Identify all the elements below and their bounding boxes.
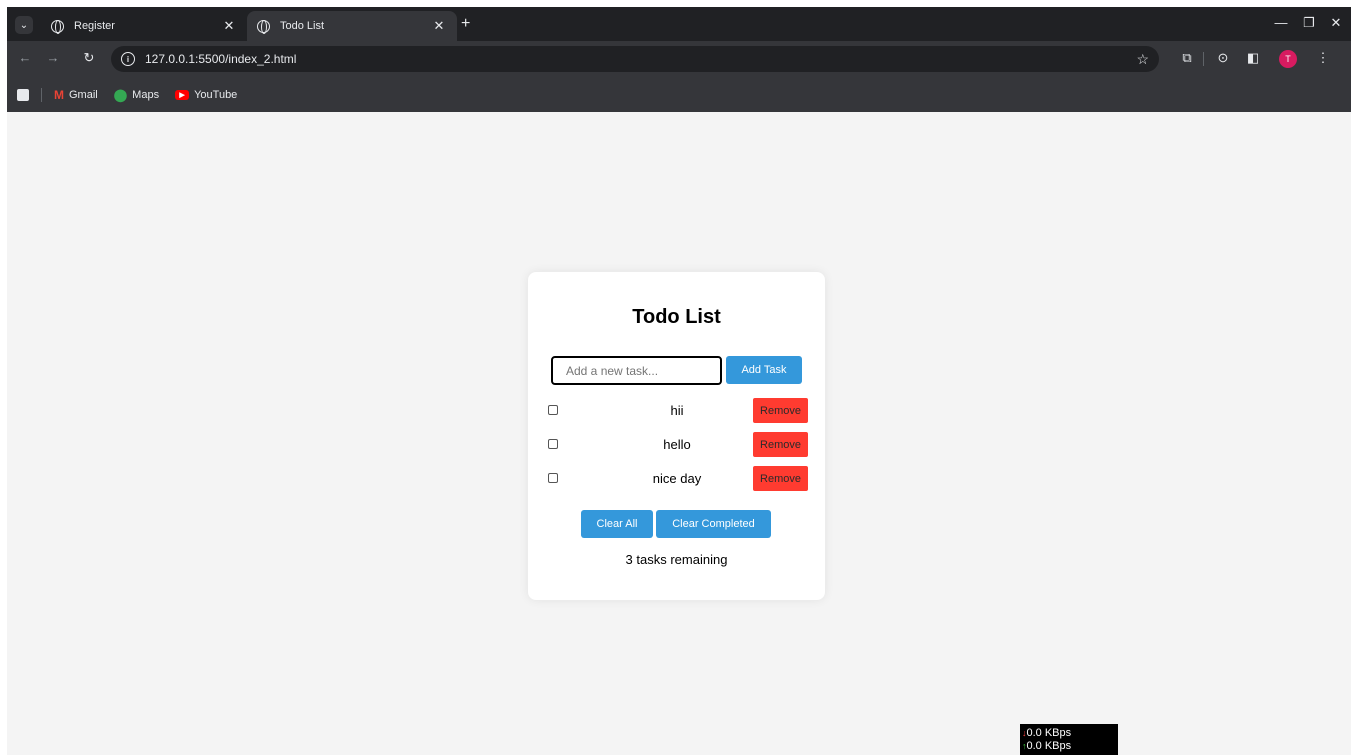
bookmarks-bar: M Gmail ⬤ Maps ▶ YouTube <box>7 77 1351 112</box>
tab-search-icon[interactable]: ⌄ <box>15 16 33 34</box>
menu-icon[interactable]: ⋮ <box>1313 50 1333 66</box>
reload-icon[interactable]: ↻ <box>79 50 99 66</box>
extensions-icon[interactable]: ⧉ <box>1177 50 1197 66</box>
tab-title: Todo List <box>280 20 325 32</box>
close-icon[interactable]: ✕ <box>221 18 237 34</box>
bookmark-star-icon[interactable]: ☆ <box>1136 51 1149 68</box>
gmail-icon: M <box>54 87 64 102</box>
side-panel-icon[interactable]: ◧ <box>1243 50 1263 66</box>
bookmark-maps[interactable]: ⬤ Maps <box>114 88 159 102</box>
add-task-button[interactable]: Add Task <box>726 356 802 384</box>
youtube-icon: ▶ <box>175 89 190 100</box>
list-item: hello Remove <box>546 432 808 458</box>
bookmark-gmail[interactable]: M Gmail <box>54 88 98 102</box>
close-window-icon[interactable]: ✕ <box>1324 15 1348 31</box>
forward-icon[interactable]: → <box>43 50 63 65</box>
remove-button[interactable]: Remove <box>753 432 808 457</box>
bookmark-label: Maps <box>132 88 160 101</box>
task-input[interactable] <box>551 356 722 385</box>
back-icon[interactable]: ← <box>15 50 35 65</box>
page-viewport: Todo List Add Task hii Remove hello Remo… <box>7 112 1351 755</box>
bookmarks-divider <box>41 87 42 102</box>
network-speed-widget: ↓0.0 KBps ↑0.0 KBps <box>1020 724 1118 755</box>
toolbar-divider <box>1203 52 1204 66</box>
globe-icon <box>51 19 64 34</box>
remove-button[interactable]: Remove <box>753 466 808 491</box>
globe-icon <box>257 19 270 34</box>
performance-icon[interactable]: ⊙ <box>1213 50 1233 66</box>
new-tab-icon[interactable]: + <box>461 15 470 33</box>
tab-bar: ⌄ Register ✕ Todo List ✕ + — ❐ ✕ <box>7 7 1351 41</box>
remove-button[interactable]: Remove <box>753 398 808 423</box>
left-border <box>0 7 7 755</box>
browser-chrome: ⌄ Register ✕ Todo List ✕ + — ❐ ✕ ← → ↻ i… <box>7 7 1351 112</box>
close-icon[interactable]: ✕ <box>431 18 447 34</box>
address-bar[interactable]: i 127.0.0.1:5500/index_2.html ☆ <box>111 46 1159 72</box>
download-speed: ↓0.0 KBps <box>1022 727 1072 739</box>
clear-all-button[interactable]: Clear All <box>581 510 653 538</box>
site-info-icon[interactable]: i <box>121 52 135 66</box>
upload-speed: ↑0.0 KBps <box>1022 740 1072 752</box>
maps-icon: ⬤ <box>113 87 128 102</box>
bookmark-label: Gmail <box>69 88 98 101</box>
restore-icon[interactable]: ❐ <box>1297 15 1321 31</box>
list-item: hii Remove <box>546 398 808 424</box>
clear-completed-button[interactable]: Clear Completed <box>656 510 771 538</box>
minimize-icon[interactable]: — <box>1269 15 1293 30</box>
profile-avatar[interactable]: T <box>1279 50 1297 68</box>
top-strip <box>0 0 1351 7</box>
apps-icon[interactable] <box>17 88 29 101</box>
bookmark-label: YouTube <box>194 88 238 101</box>
tasks-remaining-count: 3 tasks remaining <box>625 552 728 567</box>
tab-title: Register <box>74 20 115 32</box>
toolbar: ← → ↻ i 127.0.0.1:5500/index_2.html ☆ ⧉ … <box>7 41 1351 77</box>
url-text[interactable]: 127.0.0.1:5500/index_2.html <box>145 52 1136 66</box>
page-title: Todo List <box>632 306 721 328</box>
list-item: nice day Remove <box>546 466 808 492</box>
tab-register[interactable]: Register ✕ <box>41 11 247 41</box>
tab-todo-list[interactable]: Todo List ✕ <box>247 11 457 41</box>
todo-card: Todo List Add Task hii Remove hello Remo… <box>528 272 825 600</box>
bookmark-youtube[interactable]: ▶ YouTube <box>175 89 237 101</box>
